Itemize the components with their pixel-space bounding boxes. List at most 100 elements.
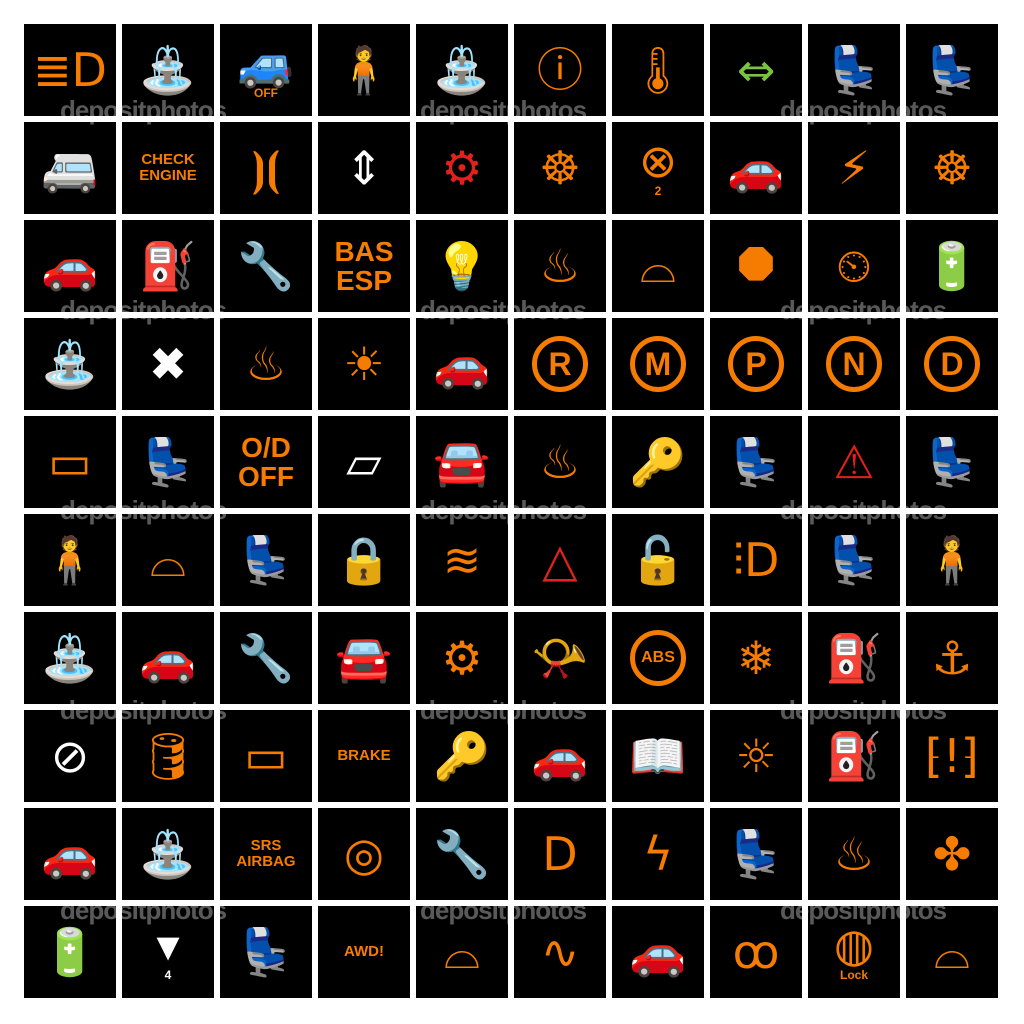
icon-cell-service-due: 🔧 <box>416 808 508 900</box>
steering-wheel-lock-icon: ☸ <box>931 141 973 195</box>
icon-grid: ≣D ⛲ 🚙 OFF 🧍 ⛲ ⓘ 🌡 ⇔ 💺 💺 🚐 CHECK ENGINE ⦘⦗ ⇕ ⚙ ☸ ⊗ 2 🚗 ⚡ ☸ 🚗 ⛽ 🔧… <box>24 24 998 998</box>
engine-icon: ⚙ <box>441 631 483 685</box>
icon-cell-passenger-seat: 💺 <box>122 416 214 508</box>
traction-control-icon: 🚘 <box>433 435 491 489</box>
wiper-fault-icon: ▭ <box>244 729 288 783</box>
fog-light-icon: ⫶D <box>732 533 780 587</box>
icon-cell-steering-wheel: ☸ <box>514 122 606 214</box>
icon-cell-gear-d: D <box>906 318 998 410</box>
turn-signals-icon: ⇔ <box>736 43 776 97</box>
icon-cell-windshield-heater: ♨ <box>808 808 900 900</box>
icon-cell-child-lock: 🔑 <box>612 416 704 508</box>
no-fuel-icon: ⛽ <box>825 729 883 783</box>
icon-cell-airbag-person: 🧍 <box>906 514 998 606</box>
awd-warning-text: AWD! <box>344 943 384 961</box>
seat-person-icon: 💺 <box>237 925 295 979</box>
parking-lights-icon: ⦘⦗ <box>250 141 282 195</box>
icon-cell-steering-lock: ◍ Lock <box>808 906 900 998</box>
icon-cell-trunk-open: 🚗 <box>122 612 214 704</box>
icon-cell-electric-fault: ϟ <box>612 808 704 900</box>
icon-cell-warning-triangle: ⚠ <box>808 416 900 508</box>
icon-cell-rear-wiper: ▭ <box>24 416 116 508</box>
glow-plug-icon: ꝏ <box>732 925 780 979</box>
manual-info-icon: 📖 <box>629 729 687 783</box>
icon-cell-abs: ABS <box>612 612 704 704</box>
icon-cell-bulb-warning: ☼ <box>710 710 802 802</box>
icon-cell-front-washer: ⛲ <box>122 808 214 900</box>
gear-n-icon: N <box>826 336 882 392</box>
icon-cell-traction-control: 🚘 <box>416 416 508 508</box>
car-silhouette-icon: 🚗 <box>629 925 687 979</box>
icon-cell-brake-pad-wear: ◎ <box>318 808 410 900</box>
wrench-icon: 🔧 <box>237 239 295 293</box>
icon-cell-low-fuel: ⛽ <box>122 220 214 312</box>
icon-cell-wrench: 🔧 <box>220 220 312 312</box>
icon-cell-seatbelt-airbag: 💺 <box>906 416 998 508</box>
washer-fluid-icon: ⛲ <box>41 337 99 391</box>
icon-cell-airbag-passenger: 🧍 <box>24 514 116 606</box>
hill-descent-off-icon: 🚙 <box>237 36 295 90</box>
child-seat-icon: 💺 <box>237 533 295 587</box>
steering-lock-icon: ◍ <box>833 918 875 972</box>
power-window-icon: ⇕ <box>344 141 384 195</box>
bulb-failure-icon: 💡 <box>433 239 491 293</box>
car-side-icon: 🚐 <box>41 141 99 195</box>
hazard-icon: △ <box>542 533 578 587</box>
icon-cell-battery: 🔋 <box>906 220 998 312</box>
icon-cell-cruise-control: ⏲ <box>808 220 900 312</box>
wiper-icon: ⌓ <box>443 925 481 979</box>
gear-p-icon: P <box>728 336 784 392</box>
window-fault-icon: ✖ <box>148 337 188 391</box>
icon-cell-doors-open: 🚘 <box>318 612 410 704</box>
icon-cell-car-side: 🚐 <box>24 122 116 214</box>
icon-cell-car-service: 🚗 <box>514 710 606 802</box>
rear-window-defrost-icon: ♨ <box>539 435 581 489</box>
icon-cell-windshield-washer: ⛲ <box>122 24 214 116</box>
passenger-seat-icon: 💺 <box>139 435 197 489</box>
icon-cell-gear-n: N <box>808 318 900 410</box>
icon-cell-engine: ⚙ <box>416 612 508 704</box>
icon-cell-horn: 📯 <box>514 612 606 704</box>
icon-cell-brake-warning: ⓘ <box>514 24 606 116</box>
child-lock-icon: 🔑 <box>629 435 687 489</box>
icon-cell-fuel-pump: ⛽ <box>808 612 900 704</box>
windshield-heater-icon: ♨ <box>833 827 875 881</box>
icon-cell-rear-washer: ⛲ <box>24 612 116 704</box>
abs-icon: ABS <box>630 630 686 686</box>
icon-cell-coolant-temperature: 🌡 <box>612 24 704 116</box>
icon-cell-hill-descent-off: 🚙 OFF <box>220 24 312 116</box>
oil-pressure-icon: 🛢 <box>138 729 198 783</box>
ventilated-seat-icon: 💺 <box>825 533 883 587</box>
warning-triangle-icon: ⚠ <box>833 435 875 489</box>
window-4-label: 4 <box>164 968 172 982</box>
gear-m-icon: M <box>630 336 686 392</box>
icon-cell-check-engine: CHECK ENGINE <box>122 122 214 214</box>
exhaust-heat-icon: ∿ <box>540 925 580 979</box>
service-wrench-icon: 🔧 <box>237 631 295 685</box>
icon-cell-awd-warning: AWD! <box>318 906 410 998</box>
key-icon: 🔑 <box>433 729 491 783</box>
transmission-warning-icon: ⚙ <box>441 141 483 195</box>
icon-cell-ventilated-seat: 💺 <box>808 514 900 606</box>
icon-cell-seat-heating: 💺 <box>710 416 802 508</box>
icon-cell-overdrive-off: O/D OFF <box>220 416 312 508</box>
icon-cell-child-seat: 💺 <box>220 514 312 606</box>
icon-cell-tire-pressure: ⁅!⁆ <box>906 710 998 802</box>
gear-r-icon: R <box>532 336 588 392</box>
cruise-control-icon: ⏲ <box>836 239 872 293</box>
icon-cell-seat-heater: ♨ <box>514 220 606 312</box>
check-engine-text: CHECK ENGINE <box>139 151 197 184</box>
icon-cell-no-child-seat: ⊘ <box>24 710 116 802</box>
tire-pressure-icon: ⁅!⁆ <box>924 729 980 783</box>
icon-cell-washer-level: ≋ <box>416 514 508 606</box>
icon-cell-washer-wiper: ⛲ <box>416 24 508 116</box>
icon-cell-brake: BRAKE <box>318 710 410 802</box>
icon-cell-low-beam: D <box>514 808 606 900</box>
icon-cell-turn-signals: ⇔ <box>710 24 802 116</box>
windshield-washer-icon: ⛲ <box>139 43 197 97</box>
battery-charge-icon: 🔋 <box>41 925 99 979</box>
windshield-wiper-icon: ⌓ <box>639 239 677 293</box>
icon-cell-door-open: ▱ <box>318 416 410 508</box>
steering-lock-label: Lock <box>839 968 868 982</box>
icon-cell-washer-fluid: ⛲ <box>24 318 116 410</box>
